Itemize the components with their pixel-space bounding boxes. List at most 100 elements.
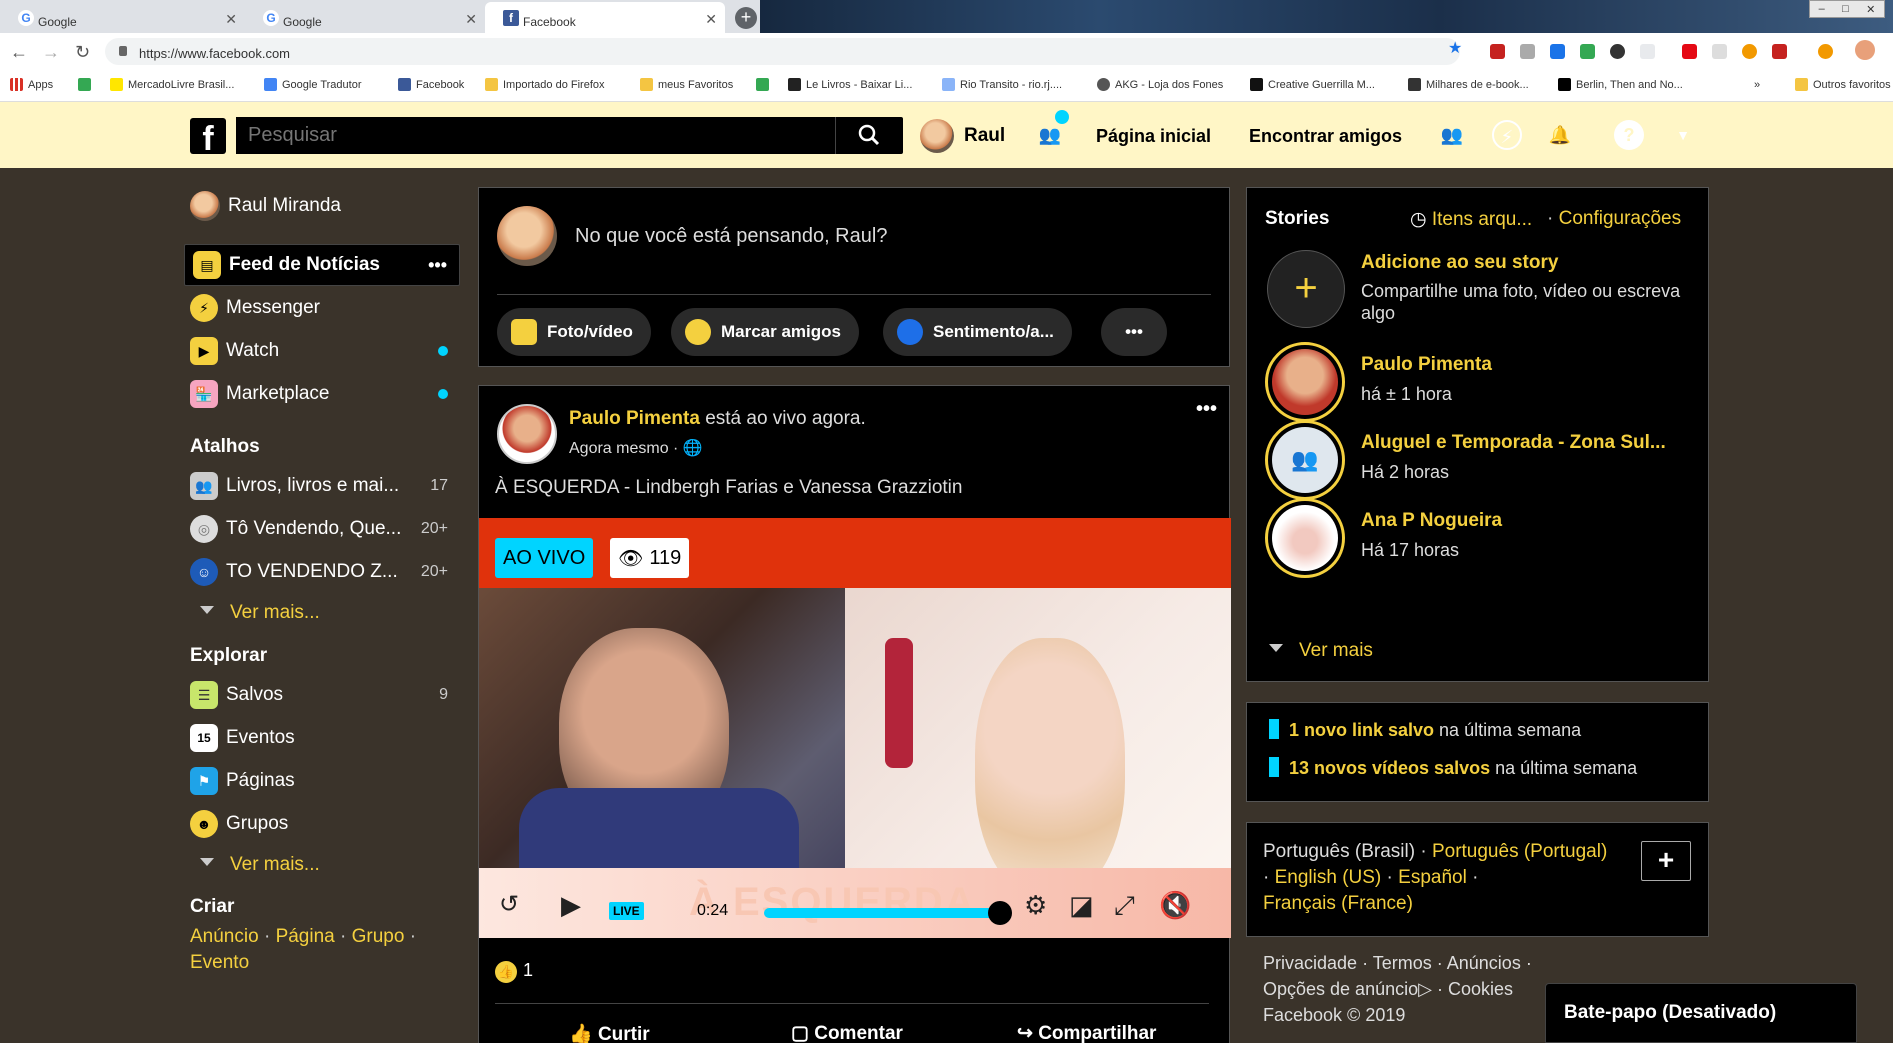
live-video-player[interactable]: À ESQUERDA ↺ ▶ LIVE 0:24 ⚙ ◪ ⤢ 🔇: [479, 588, 1231, 938]
extension-icon[interactable]: [1712, 44, 1727, 59]
maximize-icon[interactable]: □: [1842, 3, 1849, 15]
drive-extension-icon[interactable]: [1580, 44, 1595, 59]
bookmark-folder[interactable]: Importado do Firefox: [485, 78, 605, 91]
comment-button[interactable]: ▢ Comentar: [791, 1022, 903, 1043]
window-controls[interactable]: – □ ✕: [1809, 0, 1885, 18]
extension-icon[interactable]: [1742, 44, 1757, 59]
profile-avatar-icon[interactable]: [1855, 40, 1875, 60]
sidebar-item-saved[interactable]: ☰ Salvos 9: [180, 675, 460, 715]
language-option[interactable]: English (US): [1275, 867, 1382, 888]
friend-requests-icon[interactable]: 👥: [1437, 120, 1467, 150]
address-bar[interactable]: https://www.facebook.com: [105, 38, 1460, 65]
stories-settings-link[interactable]: · Configurações: [1547, 208, 1681, 230]
minimize-icon[interactable]: –: [1819, 3, 1825, 15]
language-option[interactable]: Français (France): [1263, 893, 1413, 914]
browser-tab[interactable]: G Google ✕: [245, 2, 485, 33]
bookmark-item[interactable]: Creative Guerrilla M...: [1250, 78, 1375, 91]
bookmark-folder[interactable]: Outros favoritos: [1795, 78, 1891, 91]
footer-link[interactable]: Privacidade: [1263, 953, 1357, 973]
bookmark-item[interactable]: AKG - Loja dos Fones: [1097, 78, 1223, 91]
mute-icon[interactable]: 🔇: [1159, 890, 1191, 921]
facebook-logo[interactable]: f: [190, 118, 226, 158]
create-ad-link[interactable]: Anúncio: [190, 926, 259, 947]
shortcuts-see-more[interactable]: Ver mais...: [200, 602, 320, 624]
gmail-extension-icon[interactable]: [1490, 44, 1505, 59]
forward-icon[interactable]: →: [42, 42, 60, 63]
post-time[interactable]: Agora mesmo: [569, 440, 669, 457]
profile-link[interactable]: Raul: [920, 119, 1005, 153]
extension-icon[interactable]: [1818, 44, 1833, 59]
find-friends-link[interactable]: Encontrar amigos: [1249, 126, 1402, 147]
sidebar-item-news-feed[interactable]: ▤ Feed de Notícias •••: [184, 244, 460, 286]
netflix-extension-icon[interactable]: [1682, 44, 1697, 59]
extension-icon[interactable]: [1640, 44, 1655, 59]
bookmark-item[interactable]: Berlin, Then and No...: [1558, 78, 1683, 91]
close-tab-icon[interactable]: ✕: [705, 11, 717, 28]
account-menu-icon[interactable]: ▼: [1668, 120, 1698, 150]
composer-more-button[interactable]: •••: [1101, 308, 1167, 356]
sidebar-item-events[interactable]: 15 Eventos: [180, 718, 460, 758]
close-tab-icon[interactable]: ✕: [465, 11, 477, 28]
picture-in-picture-icon[interactable]: ◪: [1069, 890, 1094, 921]
rewind-10-icon[interactable]: ↺: [499, 890, 519, 919]
close-icon[interactable]: ✕: [1866, 3, 1875, 16]
extension-icon[interactable]: [1520, 44, 1535, 59]
archive-link[interactable]: ◷ Itens arqu...: [1410, 208, 1532, 231]
create-event-link[interactable]: Evento: [190, 952, 249, 973]
fullscreen-icon[interactable]: ⤢: [1114, 890, 1135, 922]
bookmark-item[interactable]: MercadoLivre Brasil...: [110, 78, 234, 91]
footer-link[interactable]: Opções de anúncio: [1263, 979, 1418, 999]
messenger-icon[interactable]: ⚡: [1492, 120, 1522, 150]
more-options-icon[interactable]: •••: [428, 255, 447, 276]
chat-bar[interactable]: Bate-papo (Desativado): [1545, 983, 1857, 1043]
extension-icon[interactable]: [1772, 44, 1787, 59]
bookmarks-overflow-button[interactable]: »: [1754, 79, 1760, 91]
likes-summary[interactable]: 👍 1: [495, 960, 533, 983]
language-option[interactable]: Português (Portugal): [1432, 841, 1607, 862]
bookmark-item[interactable]: Rio Transito - rio.rj....: [942, 78, 1062, 91]
language-option[interactable]: Español: [1398, 867, 1467, 888]
sidebar-item-shortcut[interactable]: 👥 Livros, livros e mai... 17: [180, 466, 460, 506]
bookmark-item[interactable]: Milhares de e-book...: [1408, 78, 1529, 91]
footer-link[interactable]: Cookies: [1448, 979, 1513, 999]
video-progress-bar[interactable]: [764, 908, 1002, 918]
feeling-activity-button[interactable]: Sentimento/a...: [883, 308, 1072, 356]
tag-friends-button[interactable]: Marcar amigos: [671, 308, 859, 356]
bookmark-item[interactable]: Facebook: [398, 78, 464, 91]
translate-extension-icon[interactable]: [1550, 44, 1565, 59]
saved-videos-row[interactable]: 13 novos vídeos salvos na última semana: [1269, 757, 1637, 779]
friends-suggestion-icon[interactable]: 👥: [1035, 120, 1065, 150]
search-button[interactable]: [835, 117, 903, 154]
sidebar-item-pages[interactable]: ⚑ Páginas: [180, 761, 460, 801]
bookmark-item[interactable]: Google Tradutor: [264, 78, 362, 91]
like-button[interactable]: 👍 Curtir: [569, 1022, 650, 1043]
reload-icon[interactable]: ↻: [75, 42, 90, 63]
help-icon[interactable]: ?: [1614, 120, 1644, 150]
story-item[interactable]: 👥 Aluguel e Temporada - Zona Sul... Há 2…: [1265, 420, 1695, 500]
create-group-link[interactable]: Grupo: [352, 926, 405, 947]
settings-gear-icon[interactable]: ⚙: [1024, 890, 1047, 921]
sidebar-item-messenger[interactable]: ⚡ Messenger: [180, 288, 460, 328]
share-button[interactable]: ↪ Compartilhar: [1017, 1022, 1156, 1043]
notifications-icon[interactable]: 🔔: [1545, 120, 1575, 150]
post-author-link[interactable]: Paulo Pimenta: [569, 408, 700, 429]
bookmark-apps[interactable]: Apps: [10, 78, 53, 91]
sidebar-item-shortcut[interactable]: ☺ TO VENDENDO Z... 20+: [180, 552, 460, 592]
composer-prompt[interactable]: No que você está pensando, Raul?: [575, 225, 887, 248]
search-input[interactable]: [236, 117, 834, 154]
sidebar-item-groups[interactable]: ☻ Grupos: [180, 804, 460, 844]
back-icon[interactable]: ←: [10, 42, 28, 63]
play-icon[interactable]: ▶: [561, 890, 581, 921]
footer-link[interactable]: Termos: [1373, 953, 1432, 973]
saved-links-row[interactable]: 1 novo link salvo na última semana: [1269, 719, 1581, 741]
home-link[interactable]: Página inicial: [1096, 126, 1211, 147]
bookmark-item[interactable]: Le Livros - Baixar Li...: [788, 78, 912, 91]
bookmark-folder[interactable]: meus Favoritos: [640, 78, 733, 91]
sidebar-item-watch[interactable]: ▶ Watch: [180, 331, 460, 371]
sidebar-item-marketplace[interactable]: 🏪 Marketplace: [180, 374, 460, 414]
sidebar-item-profile[interactable]: Raul Miranda: [180, 186, 460, 226]
post-options-icon[interactable]: •••: [1196, 398, 1217, 421]
stories-see-more[interactable]: Ver mais: [1269, 640, 1373, 662]
photo-video-button[interactable]: Foto/vídeo: [497, 308, 651, 356]
story-item[interactable]: Ana P Nogueira Há 17 horas: [1265, 498, 1695, 578]
